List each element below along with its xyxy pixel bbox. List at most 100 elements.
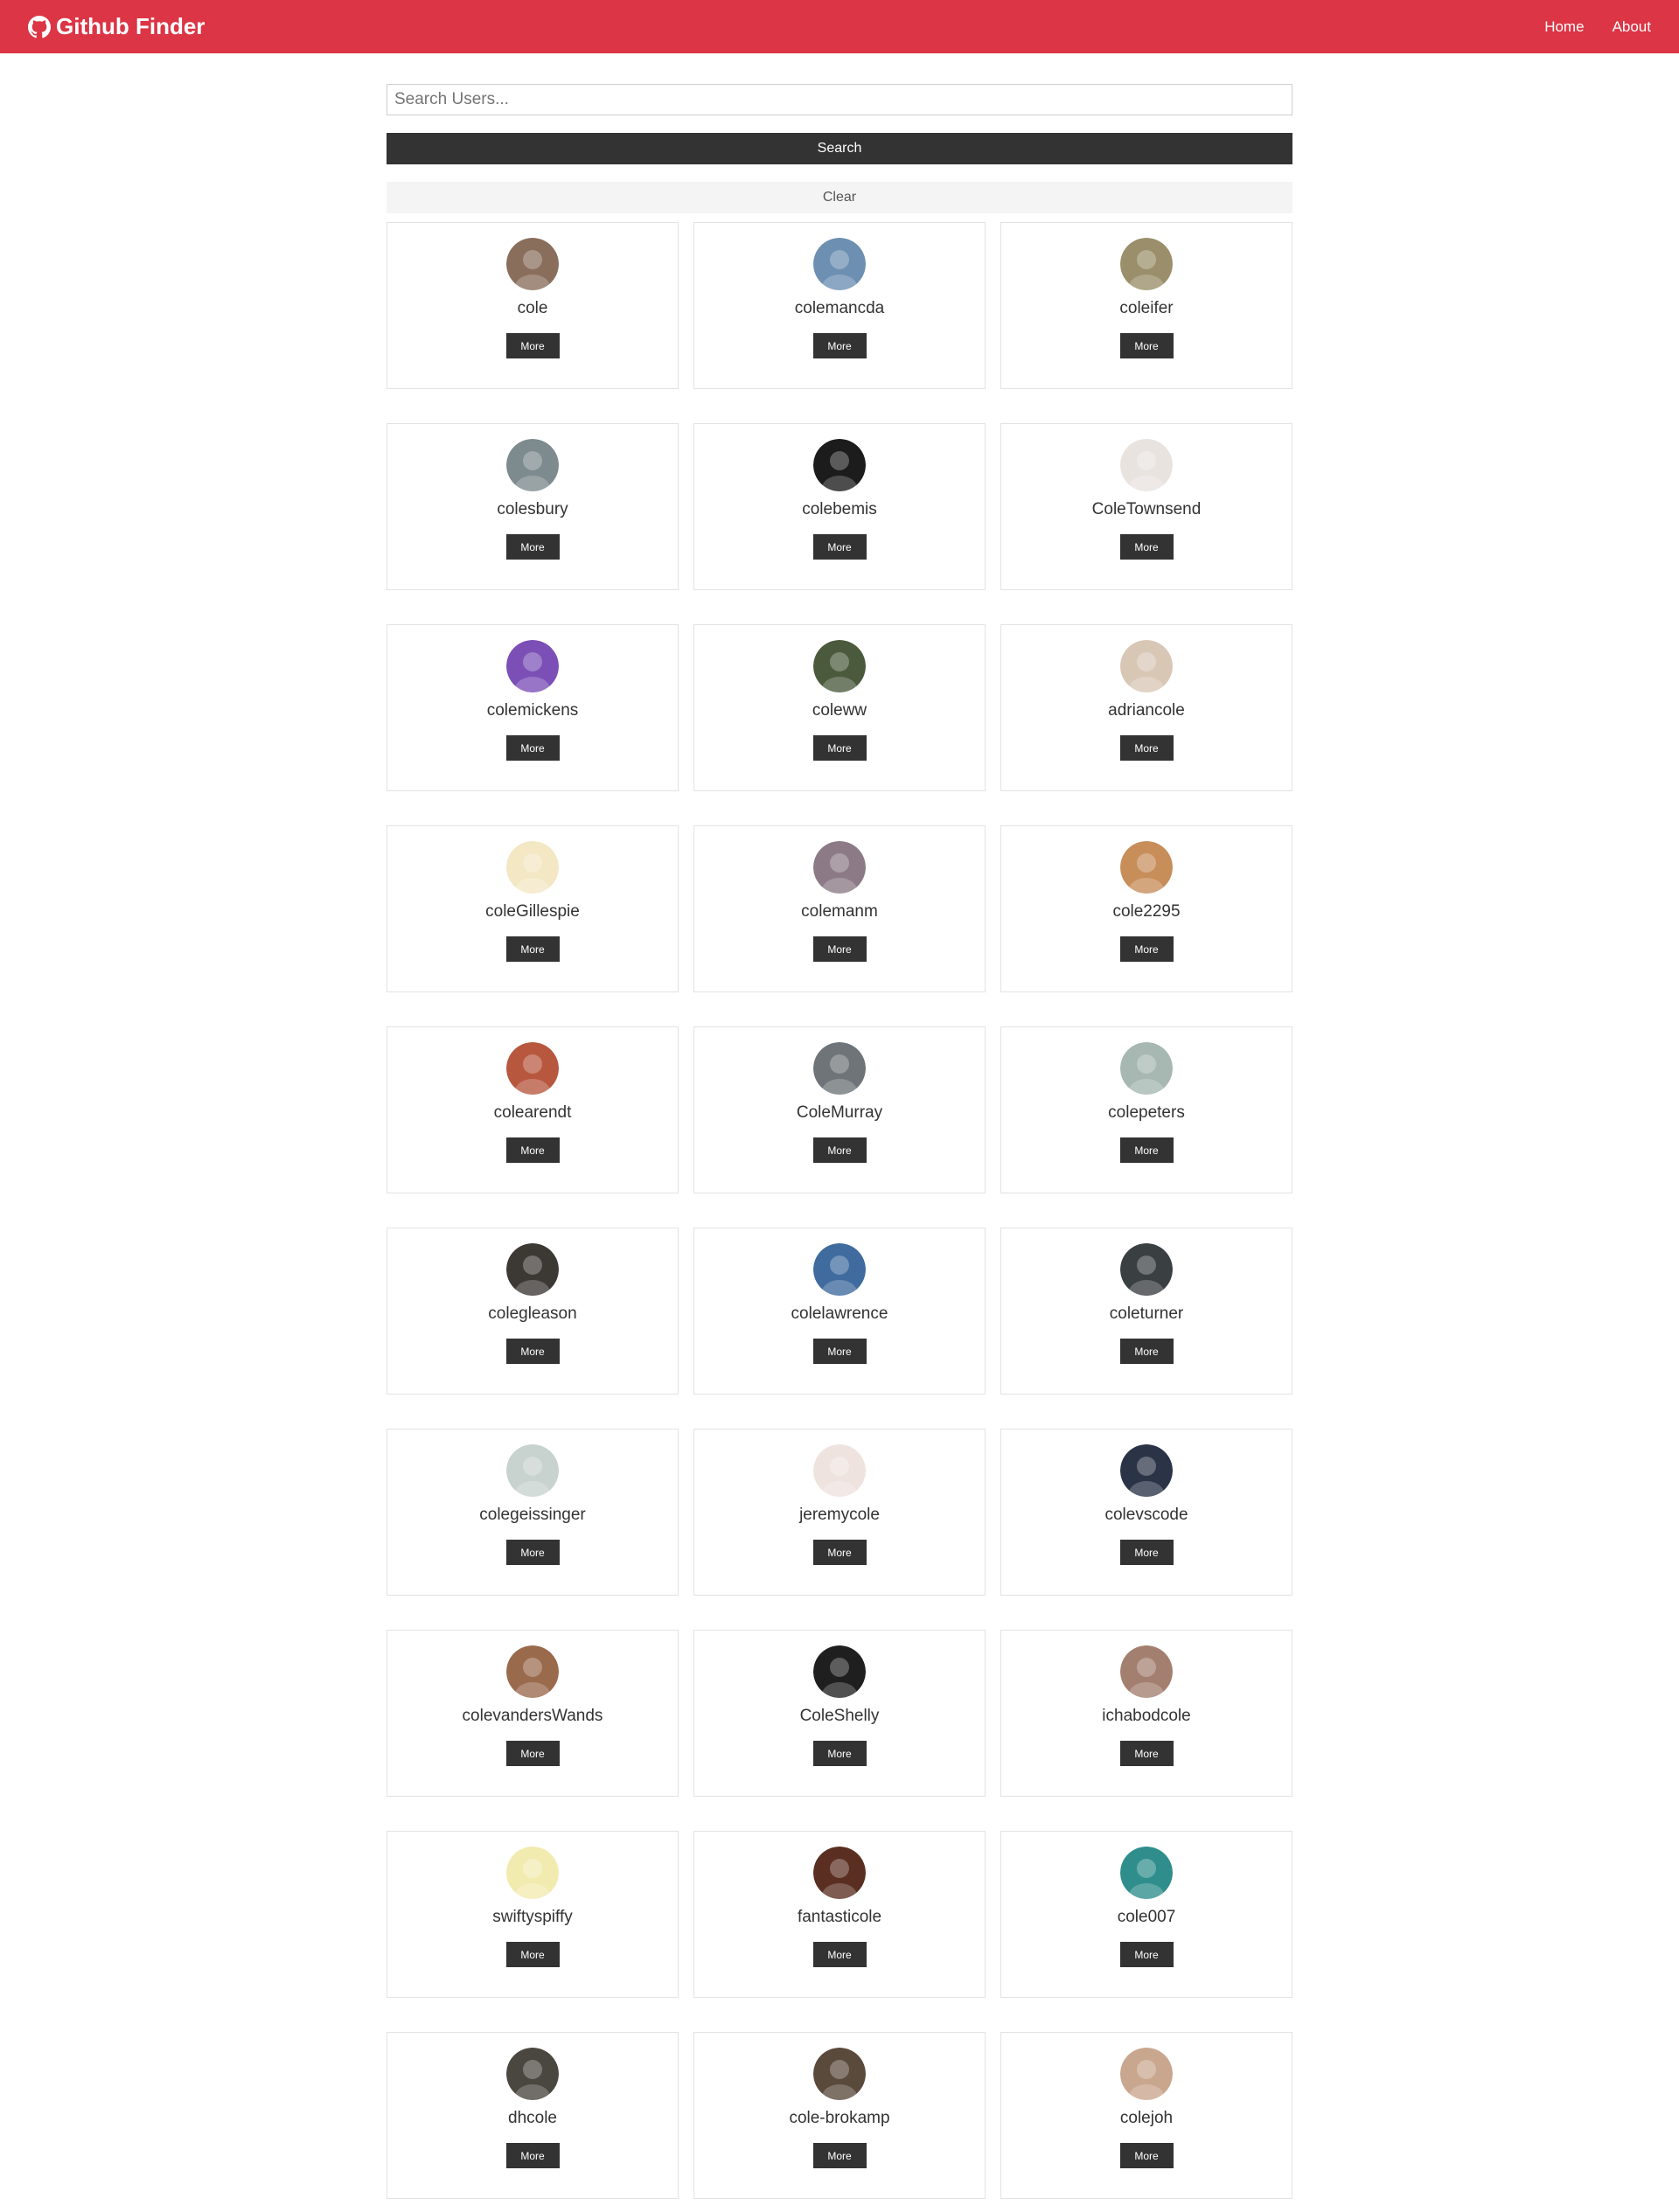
more-button[interactable]: More xyxy=(812,735,867,761)
user-login: cole007 xyxy=(1117,1908,1176,1926)
avatar-image xyxy=(506,640,559,692)
more-button[interactable]: More xyxy=(505,2143,560,2168)
user-card: colepeters More xyxy=(1000,1026,1292,1193)
user-login: colemancda xyxy=(794,299,885,317)
avatar-image xyxy=(813,1042,866,1095)
more-button[interactable]: More xyxy=(812,534,867,560)
user-card: ColeTownsend More xyxy=(1000,423,1292,590)
avatar-image xyxy=(1120,439,1173,491)
user-login: ichabodcole xyxy=(1102,1707,1191,1725)
avatar-image xyxy=(506,2048,559,2100)
user-login: ColeMurray xyxy=(796,1103,883,1122)
avatar-image xyxy=(1120,1042,1173,1095)
more-button[interactable]: More xyxy=(1119,2143,1174,2168)
main-container: Search Clear cole More colemancda More cole i… xyxy=(387,84,1292,2199)
user-avatar xyxy=(1120,1243,1173,1296)
user-card: ichabodcole More xyxy=(1000,1630,1292,1797)
avatar-image xyxy=(506,1042,559,1095)
user-login: colegleason xyxy=(488,1304,577,1323)
user-card: cole2295 More xyxy=(1000,825,1292,992)
clear-button[interactable]: Clear xyxy=(387,182,1292,213)
user-card: cole More xyxy=(387,222,679,389)
more-button[interactable]: More xyxy=(505,1942,560,1967)
user-login: fantasticole xyxy=(797,1908,882,1926)
user-avatar xyxy=(506,1243,559,1296)
more-button[interactable]: More xyxy=(812,1540,867,1565)
user-avatar xyxy=(813,1444,866,1497)
user-avatar xyxy=(813,2048,866,2100)
user-login: colejoh xyxy=(1119,2109,1174,2127)
more-button[interactable]: More xyxy=(1119,1942,1174,1967)
more-button[interactable]: More xyxy=(505,333,560,358)
search-button[interactable]: Search xyxy=(387,133,1292,164)
user-card: colearendt More xyxy=(387,1026,679,1193)
more-button[interactable]: More xyxy=(1119,534,1174,560)
more-button[interactable]: More xyxy=(505,1741,560,1766)
more-button[interactable]: More xyxy=(812,1942,867,1967)
more-button[interactable]: More xyxy=(812,2143,867,2168)
user-card: coleww More xyxy=(693,624,986,791)
user-avatar xyxy=(1120,238,1173,290)
avatar-image xyxy=(506,841,559,894)
user-login: cole2295 xyxy=(1112,902,1181,921)
avatar-image xyxy=(1120,841,1173,894)
avatar-image xyxy=(813,1243,866,1296)
user-avatar xyxy=(813,1645,866,1698)
user-login: dhcole xyxy=(508,2109,557,2127)
user-card: colelawrence More xyxy=(693,1228,986,1395)
more-button[interactable]: More xyxy=(812,1741,867,1766)
nav-link-about[interactable]: About xyxy=(1613,18,1651,36)
more-button[interactable]: More xyxy=(812,333,867,358)
more-button[interactable]: More xyxy=(1119,1137,1174,1163)
user-login: jeremycole xyxy=(799,1506,880,1524)
more-button[interactable]: More xyxy=(1119,1741,1174,1766)
avatar-image xyxy=(506,238,559,290)
more-button[interactable]: More xyxy=(505,1540,560,1565)
avatar-image xyxy=(506,1847,559,1899)
user-avatar xyxy=(506,1847,559,1899)
user-card: jeremycole More xyxy=(693,1429,986,1596)
more-button[interactable]: More xyxy=(1119,333,1174,358)
more-button[interactable]: More xyxy=(1119,936,1174,962)
user-login: colevandersWands xyxy=(462,1707,603,1725)
user-login: colemanm xyxy=(801,902,878,921)
more-button[interactable]: More xyxy=(505,1137,560,1163)
avatar-image xyxy=(1120,640,1173,692)
nav-link-home[interactable]: Home xyxy=(1544,18,1584,36)
user-login: ColeTownsend xyxy=(1091,500,1202,518)
user-avatar xyxy=(506,2048,559,2100)
user-avatar xyxy=(813,439,866,491)
more-button[interactable]: More xyxy=(812,1137,867,1163)
more-button[interactable]: More xyxy=(505,1339,560,1364)
nav-links: Home About xyxy=(1544,18,1651,36)
user-avatar xyxy=(813,640,866,692)
user-card: dhcole More xyxy=(387,2032,679,2199)
user-card: coleturner More xyxy=(1000,1228,1292,1395)
more-button[interactable]: More xyxy=(505,735,560,761)
more-button[interactable]: More xyxy=(1119,1339,1174,1364)
avatar-image xyxy=(1120,238,1173,290)
navbar: Github Finder Home About xyxy=(0,0,1679,53)
user-login: colegeissinger xyxy=(479,1506,586,1524)
user-avatar xyxy=(506,841,559,894)
user-login: cole xyxy=(517,299,548,317)
more-button[interactable]: More xyxy=(505,534,560,560)
user-avatar xyxy=(813,1042,866,1095)
more-button[interactable]: More xyxy=(1119,735,1174,761)
user-card: colemanm More xyxy=(693,825,986,992)
user-card: colesbury More xyxy=(387,423,679,590)
avatar-image xyxy=(1120,1243,1173,1296)
avatar-image xyxy=(1120,1847,1173,1899)
user-avatar xyxy=(813,841,866,894)
more-button[interactable]: More xyxy=(812,936,867,962)
more-button[interactable]: More xyxy=(812,1339,867,1364)
more-button[interactable]: More xyxy=(1119,1540,1174,1565)
user-card: colebemis More xyxy=(693,423,986,590)
user-card: colejoh More xyxy=(1000,2032,1292,2199)
user-card: colegleason More xyxy=(387,1228,679,1395)
more-button[interactable]: More xyxy=(505,936,560,962)
search-input[interactable] xyxy=(387,84,1292,115)
user-avatar xyxy=(506,640,559,692)
user-card: colevscode More xyxy=(1000,1429,1292,1596)
brand[interactable]: Github Finder xyxy=(28,13,205,40)
